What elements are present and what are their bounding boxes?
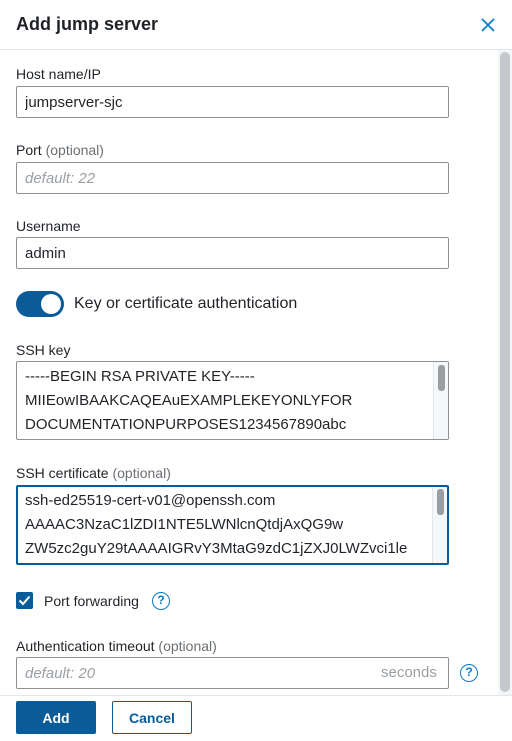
ssh-key-label: SSH key: [16, 342, 71, 358]
timeout-label-text: Authentication timeout: [16, 638, 155, 654]
auth-toggle-label: Key or certificate authentication: [74, 295, 298, 312]
ssh-key-scroll-thumb[interactable]: [438, 365, 445, 391]
host-input[interactable]: [16, 86, 449, 118]
port-optional: (optional): [45, 142, 104, 158]
close-icon[interactable]: [478, 15, 498, 35]
username-label: Username: [16, 218, 81, 234]
toggle-knob: [41, 294, 61, 314]
ssh-cert-label-text: SSH certificate: [16, 465, 109, 481]
port-input[interactable]: [16, 162, 449, 194]
ssh-cert-scroll-thumb[interactable]: [437, 489, 444, 515]
port-forwarding-label: Port forwarding: [44, 593, 139, 609]
ssh-key-line: MIIEowIBAAKCAQEAuEXAMPLEKEYONLYFOR: [25, 392, 353, 409]
dialog-header: Add jump server: [0, 0, 512, 50]
timeout-suffix: seconds: [381, 664, 437, 681]
ssh-cert-line: ssh-ed25519-cert-v01@openssh.com: [25, 492, 276, 509]
add-button[interactable]: Add: [16, 701, 96, 734]
port-label-text: Port: [16, 142, 42, 158]
auth-toggle[interactable]: [16, 291, 64, 317]
ssh-key-line: DOCUMENTATIONPURPOSES1234567890abc: [25, 416, 347, 433]
checkmark-icon: [18, 595, 31, 606]
dialog-scrollbar-thumb[interactable]: [500, 52, 510, 692]
timeout-optional: (optional): [158, 638, 217, 654]
timeout-help-icon[interactable]: ?: [460, 664, 478, 682]
ssh-key-scrollbar[interactable]: [433, 362, 448, 439]
ssh-cert-label: SSH certificate (optional): [16, 465, 171, 481]
username-input[interactable]: [16, 237, 449, 269]
port-forwarding-checkbox[interactable]: [16, 592, 33, 609]
ssh-key-textarea[interactable]: -----BEGIN RSA PRIVATE KEY----- MIIEowIB…: [16, 361, 449, 440]
ssh-key-line: -----BEGIN RSA PRIVATE KEY-----: [25, 368, 255, 385]
ssh-cert-optional: (optional): [112, 465, 171, 481]
dialog-title: Add jump server: [16, 14, 159, 34]
help-icon[interactable]: ?: [152, 592, 170, 610]
cancel-button[interactable]: Cancel: [112, 701, 192, 734]
ssh-cert-line: AAAAC3NzaC1lZDI1NTE5LWNlcnQtdjAxQG9w: [25, 516, 344, 533]
host-label: Host name/IP: [16, 66, 101, 82]
ssh-cert-textarea[interactable]: ssh-ed25519-cert-v01@openssh.com AAAAC3N…: [16, 485, 449, 565]
ssh-cert-scrollbar[interactable]: [432, 487, 447, 563]
timeout-label: Authentication timeout (optional): [16, 638, 217, 654]
port-label: Port (optional): [16, 142, 104, 158]
ssh-cert-line: ZW5zc2guY29tAAAAIGRvY3MtaG9zdC1jZXJ0LWZv…: [25, 540, 408, 557]
